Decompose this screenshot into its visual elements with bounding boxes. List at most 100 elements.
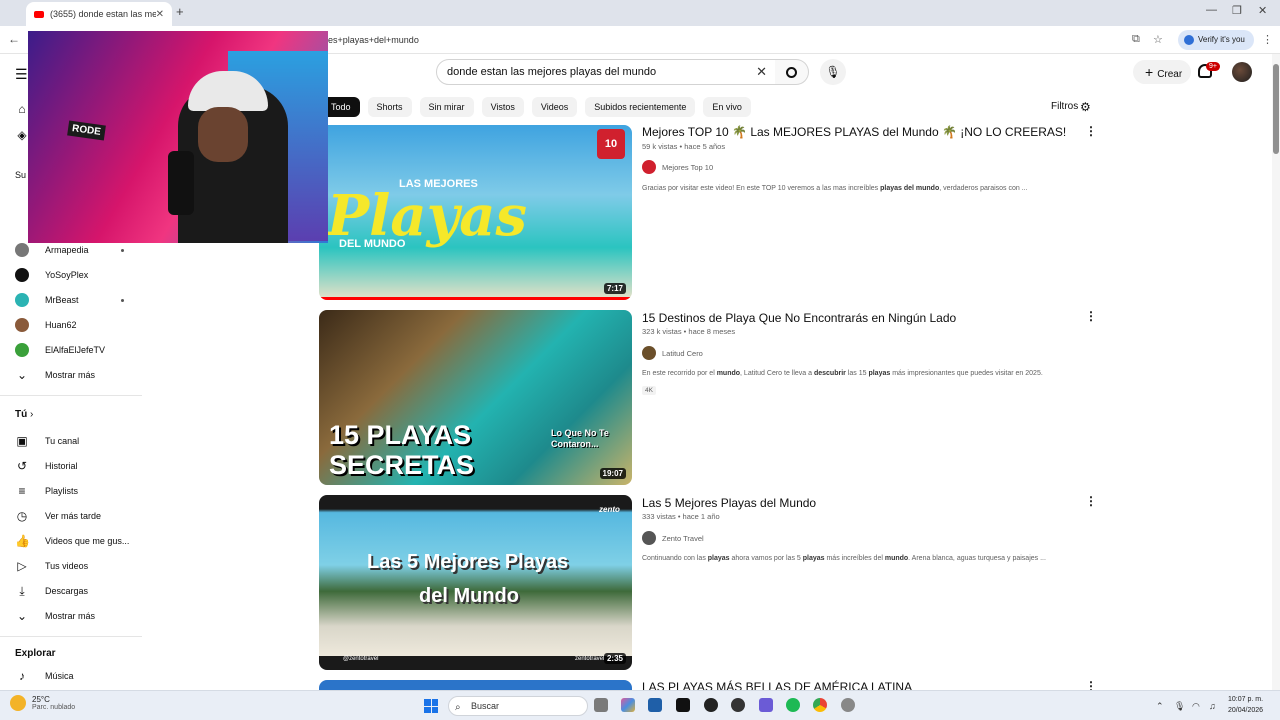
divider xyxy=(0,636,142,637)
subscription-item[interactable]: MrBeast xyxy=(15,292,79,308)
channel-avatar xyxy=(15,268,29,282)
description-text: más impresionantes que puedes visitar en… xyxy=(890,370,1043,377)
duration: 7:17 xyxy=(603,283,626,294)
verify-button[interactable]: Verify it's you xyxy=(1178,30,1254,50)
restore-icon[interactable]: ❐ xyxy=(1232,4,1242,17)
video-thumbnail[interactable]: LAS MEJORES Playas DEL MUNDO 10 7:17 xyxy=(319,125,632,300)
your-videos-icon: ▷ xyxy=(17,559,27,573)
show-more-subscriptions[interactable]: ⌄ Mostrar más xyxy=(15,367,95,383)
music-icon: ♪ xyxy=(19,669,25,683)
menu-icon[interactable]: ☰ xyxy=(15,66,28,83)
sidebar-item[interactable]: ♪ Música xyxy=(15,668,74,684)
video-title[interactable]: Las 5 Mejores Playas del Mundo xyxy=(642,496,816,510)
filter-chip[interactable]: Videos xyxy=(531,97,578,117)
filter-chip[interactable]: Subidos recientemente xyxy=(585,97,696,117)
filters-icon[interactable]: ⚙ xyxy=(1080,100,1091,114)
video-title[interactable]: 15 Destinos de Playa Que No Encontrarás … xyxy=(642,311,956,325)
bookmark-star-icon[interactable]: ☆ xyxy=(1153,33,1163,46)
store-icon[interactable] xyxy=(648,698,662,712)
filter-chip[interactable]: Sin mirar xyxy=(419,97,474,117)
thumb-text: SECRETAS xyxy=(329,450,475,480)
capcut-icon[interactable] xyxy=(676,698,690,712)
mic-tray-icon[interactable]: 🎙 xyxy=(1174,701,1185,712)
sidebar-item[interactable]: ▷ Tus videos xyxy=(15,558,88,574)
channel-avatar xyxy=(642,531,656,545)
app-icon[interactable] xyxy=(731,698,745,712)
sidebar-item[interactable]: ⤓ Descargas xyxy=(15,583,88,599)
start-icon[interactable] xyxy=(424,699,438,713)
wifi-icon[interactable]: ◠ xyxy=(1192,701,1200,712)
download-icon: ⤓ xyxy=(19,583,25,598)
install-app-icon[interactable]: ⧉ xyxy=(1132,33,1140,46)
minimize-icon[interactable]: — xyxy=(1206,4,1217,16)
create-label: Crear xyxy=(1157,69,1183,80)
sidebar-item[interactable]: 👍 Videos que me gus... xyxy=(15,533,129,549)
task-view-icon[interactable] xyxy=(594,698,608,712)
video-thumbnail[interactable] xyxy=(319,680,632,690)
subscription-item[interactable]: Armapedia xyxy=(15,242,89,258)
subscription-item[interactable]: YoSoyPlex xyxy=(15,267,88,283)
avatar[interactable] xyxy=(1232,62,1252,82)
scrollbar[interactable] xyxy=(1272,54,1280,690)
search-button[interactable] xyxy=(775,59,809,85)
new-tab-icon[interactable]: + xyxy=(176,4,184,19)
watch-progress-bar xyxy=(319,297,632,300)
more-actions-icon[interactable]: ⋮ xyxy=(1085,679,1097,690)
filter-chip[interactable]: Vistos xyxy=(481,97,524,117)
create-button[interactable]: + Crear xyxy=(1133,60,1191,84)
clock[interactable]: 10:07 p. m. 20/04/2026 xyxy=(1228,694,1263,716)
video-title[interactable]: Mejores TOP 10 🌴 Las MEJORES PLAYAS del … xyxy=(642,125,1066,139)
subscription-label: YoSoyPlex xyxy=(45,270,89,280)
subscription-item[interactable]: Huan62 xyxy=(15,317,77,333)
explore-heading: Explorar xyxy=(15,648,56,659)
you-heading[interactable]: Tú › xyxy=(15,409,33,420)
filter-chip[interactable]: Shorts xyxy=(367,97,412,117)
subscription-item[interactable]: ElAlfaElJefeTV xyxy=(15,342,105,358)
channel-avatar xyxy=(15,318,29,332)
more-actions-icon[interactable]: ⋮ xyxy=(1085,494,1097,508)
video-title[interactable]: LAS PLAYAS MÁS BELLAS DE AMÉRICA LATINA xyxy=(642,680,912,690)
scrollbar-thumb[interactable] xyxy=(1273,64,1279,154)
video-thumbnail[interactable]: Las 5 Mejores Playas del Mundo zento @ze… xyxy=(319,495,632,670)
description-text: , Latitud Cero te lleva a xyxy=(740,370,814,377)
sidebar-item-label: Playlists xyxy=(45,486,79,496)
taskbar-search[interactable]: ⌕ Buscar xyxy=(448,696,588,716)
tray-chevron-icon[interactable]: ⌃ xyxy=(1156,701,1164,712)
video-meta: 59 k vistas • hace 5 años xyxy=(642,142,726,151)
clear-search-icon[interactable]: ✕ xyxy=(756,60,767,84)
channel-avatar xyxy=(642,160,656,174)
app-icon[interactable] xyxy=(704,698,718,712)
sidebar-item[interactable]: ↺ Historial xyxy=(15,458,78,474)
sidebar-item[interactable]: ≡ Playlists xyxy=(15,483,78,499)
volume-icon[interactable]: ♫ xyxy=(1209,701,1216,711)
weather-widget[interactable]: 25°C Parc. nublado xyxy=(10,695,75,711)
channel-link[interactable]: Zento Travel xyxy=(642,531,704,545)
browser-tab-active[interactable]: (3655) donde estan las mejores ✕ xyxy=(26,2,172,26)
close-window-icon[interactable]: ✕ xyxy=(1258,4,1267,17)
voice-search-icon[interactable]: 🎙 xyxy=(820,59,846,85)
more-actions-icon[interactable]: ⋮ xyxy=(1085,309,1097,323)
copilot-icon[interactable] xyxy=(621,698,635,712)
url-field[interactable]: ores+playas+del+mundo xyxy=(320,30,1130,50)
sidebar-item[interactable]: ⌄ Mostrar más xyxy=(15,608,95,624)
profile-icon xyxy=(1184,35,1194,45)
discord-icon[interactable] xyxy=(759,698,773,712)
filters-button[interactable]: Filtros xyxy=(1051,101,1078,112)
more-menu-icon[interactable]: ⋮ xyxy=(1262,33,1273,46)
back-icon[interactable]: ← xyxy=(8,32,20,46)
sidebar-item[interactable]: ▣ Tu canal xyxy=(15,433,79,449)
close-tab-icon[interactable]: ✕ xyxy=(156,9,164,20)
spotify-icon[interactable] xyxy=(786,698,800,712)
search-input[interactable]: donde estan las mejores playas del mundo… xyxy=(436,59,776,85)
more-actions-icon[interactable]: ⋮ xyxy=(1085,124,1097,138)
mic-label: RODE xyxy=(67,120,106,141)
video-thumbnail[interactable]: 15 PLAYAS SECRETAS Lo Que No Te Contaron… xyxy=(319,310,632,485)
filter-chip[interactable]: En vivo xyxy=(703,97,751,117)
channel-link[interactable]: Mejores Top 10 xyxy=(642,160,713,174)
description-text: . Arena blanca, aguas turquesa y paisaje… xyxy=(908,555,1046,562)
sidebar-item[interactable]: ◷ Ver más tarde xyxy=(15,508,101,524)
channel-link[interactable]: Latitud Cero xyxy=(642,346,703,360)
chrome-icon[interactable] xyxy=(813,698,827,712)
new-content-dot xyxy=(121,249,124,252)
settings-icon[interactable] xyxy=(841,698,855,712)
